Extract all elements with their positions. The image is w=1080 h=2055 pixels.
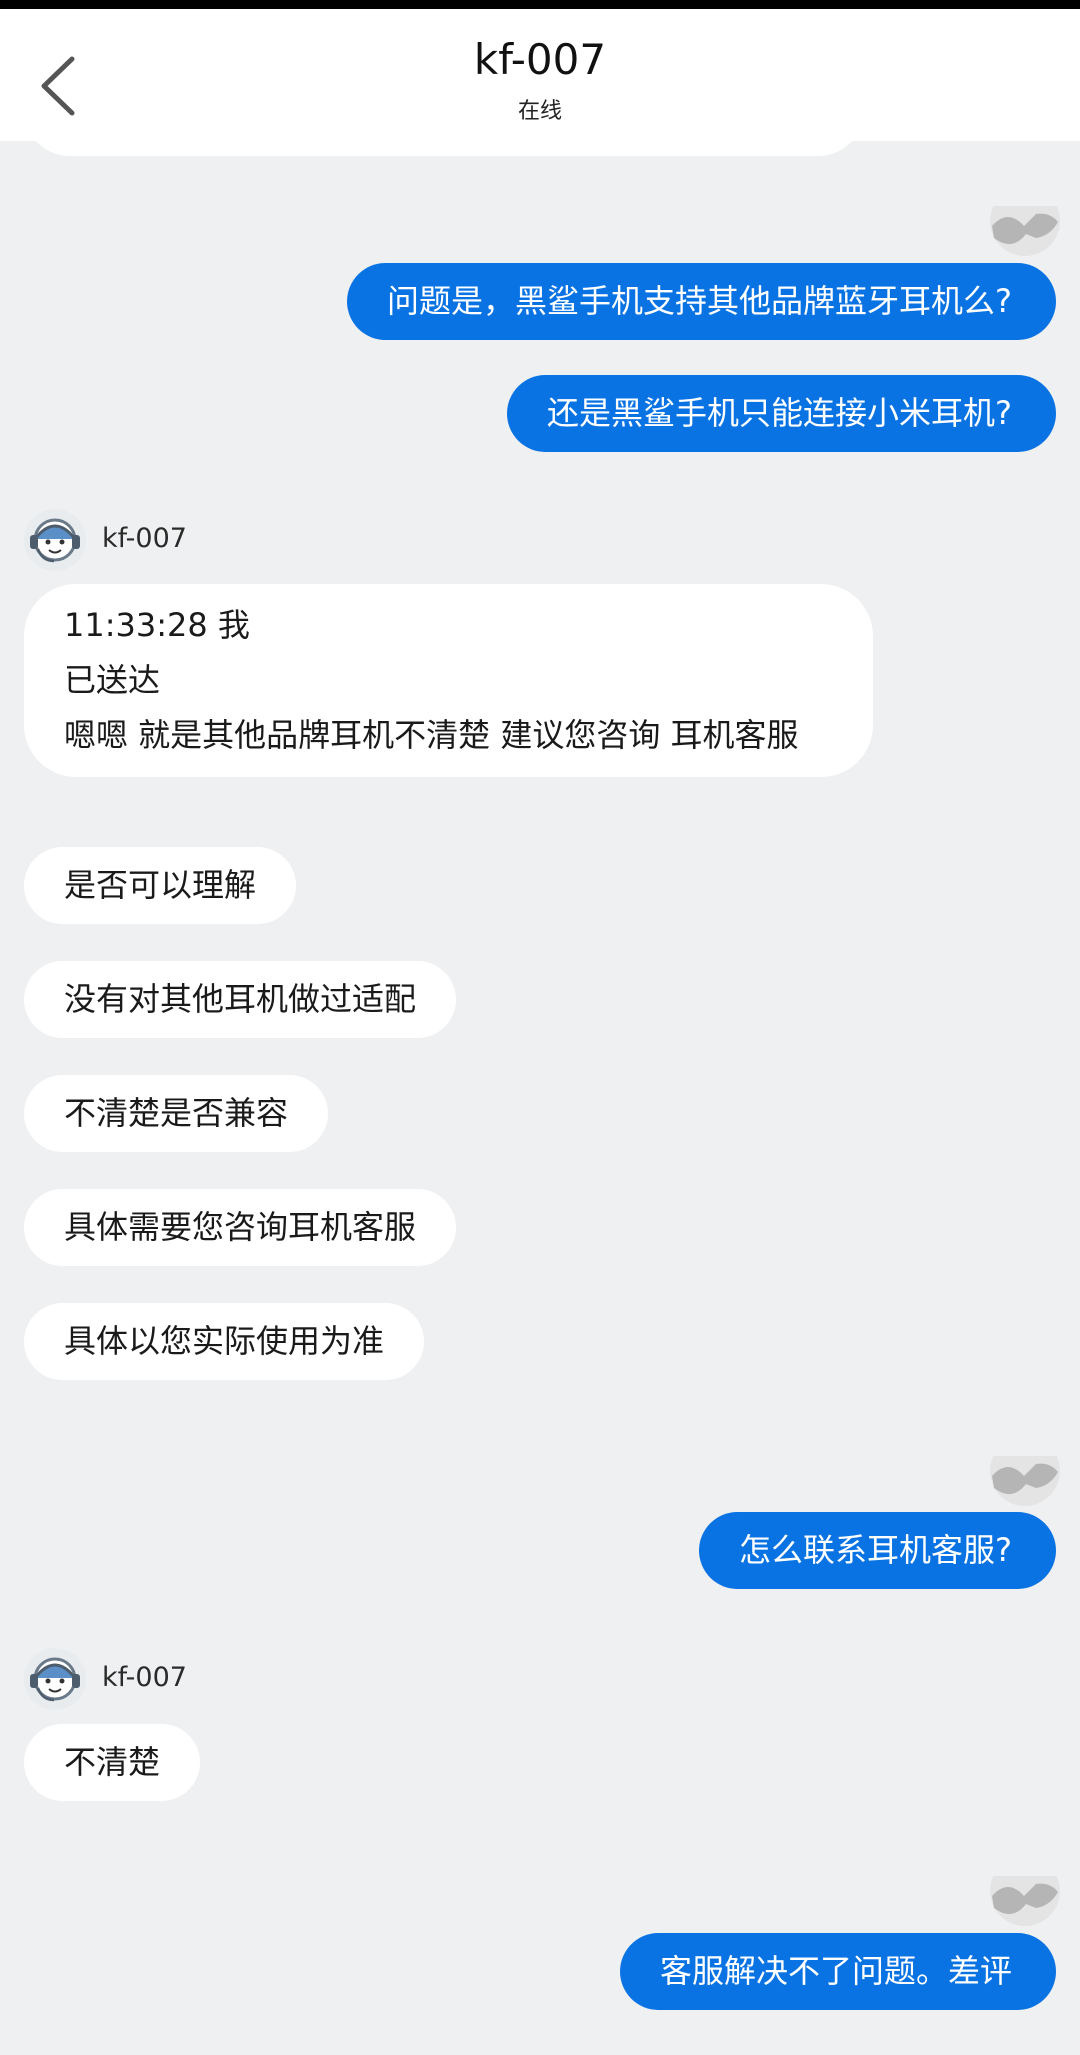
incoming-message[interactable]: 具体以您实际使用为准 (24, 1303, 425, 1380)
message-timestamp-line: 11:33:28 我 (64, 606, 250, 644)
status-bar (0, 0, 1080, 9)
outgoing-message[interactable]: 还是黑鲨手机只能连接小米耳机? (507, 375, 1056, 452)
agent-name: kf-007 (102, 523, 187, 554)
outgoing-message[interactable]: 问题是，黑鲨手机支持其他品牌蓝牙耳机么? (347, 263, 1056, 340)
user-avatar-icon (990, 1856, 1060, 1926)
agent-name: kf-007 (102, 1662, 187, 1693)
user-avatar-icon (990, 186, 1060, 256)
outgoing-message[interactable]: 怎么联系耳机客服? (699, 1512, 1056, 1589)
incoming-message[interactable]: 不清楚是否兼容 (24, 1075, 329, 1152)
agent-headset-avatar-icon[interactable] (24, 509, 86, 571)
incoming-message[interactable]: 11:33:28 我 已送达 嗯嗯 就是其他品牌耳机不清楚 建议您咨询 耳机客服 (24, 584, 873, 777)
outgoing-message[interactable]: 客服解决不了问题。差评 (619, 1933, 1056, 2010)
chat-title: kf-007 (473, 35, 607, 84)
incoming-message[interactable]: 是否可以理解 (24, 847, 297, 924)
incoming-message[interactable]: 不清楚 (24, 1724, 201, 1801)
agent-headset-avatar-icon[interactable] (24, 1648, 86, 1710)
incoming-message[interactable]: 没有对其他耳机做过适配 (24, 961, 457, 1038)
message-text: 嗯嗯 就是其他品牌耳机不清楚 建议您咨询 耳机客服 (64, 716, 799, 754)
message-status-line: 已送达 (64, 661, 161, 699)
online-status: 在线 (517, 99, 562, 124)
user-avatar-icon (990, 1436, 1060, 1506)
chat-header: kf-007 在线 (0, 9, 1080, 141)
incoming-message[interactable]: 具体需要您咨询耳机客服 (24, 1189, 457, 1266)
